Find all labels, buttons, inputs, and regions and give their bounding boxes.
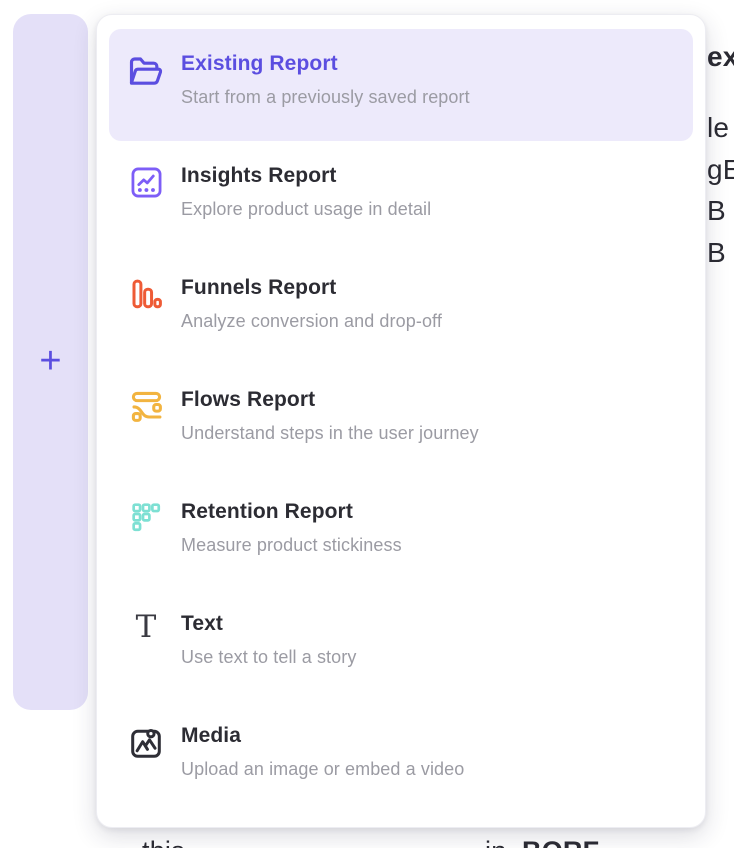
menu-item-description: Understand steps in the user journey <box>181 422 679 444</box>
clipped-background-text: gE <box>707 155 734 186</box>
clipped-background-text: in <box>485 837 506 848</box>
menu-item-label: Funnels Report <box>181 275 679 301</box>
clipped-background-text: BORF <box>522 837 599 848</box>
menu-item-text: Text Use text to tell a story <box>181 611 679 668</box>
menu-item-text: Existing Report Start from a previously s… <box>181 51 679 108</box>
menu-item-flows[interactable]: Flows Report Understand steps in the user… <box>109 365 693 477</box>
add-column-rail[interactable]: + <box>13 14 88 710</box>
media-image-icon <box>125 724 167 766</box>
menu-item-retention[interactable]: Retention Report Measure product stickine… <box>109 477 693 589</box>
menu-item-text: Funnels Report Analyze conversion and dro… <box>181 275 679 332</box>
menu-item-existing[interactable]: Existing Report Start from a previously s… <box>109 29 693 141</box>
menu-item-text[interactable]: T Text Use text to tell a story <box>109 589 693 701</box>
menu-item-funnels[interactable]: Funnels Report Analyze conversion and dro… <box>109 253 693 365</box>
menu-item-label: Text <box>181 611 679 637</box>
menu-item-label: Existing Report <box>181 51 679 77</box>
menu-item-label: Flows Report <box>181 387 679 413</box>
clipped-background-text: B <box>707 238 726 269</box>
menu-item-text: Insights Report Explore product usage in … <box>181 163 679 220</box>
clipped-background-text: le <box>707 113 729 144</box>
menu-item-text: Media Upload an image or embed a video <box>181 723 679 780</box>
menu-item-description: Use text to tell a story <box>181 646 679 668</box>
funnel-bars-icon <box>125 276 167 318</box>
plus-icon: + <box>39 342 61 380</box>
menu-item-description: Analyze conversion and drop-off <box>181 310 679 332</box>
menu-item-text: Retention Report Measure product stickine… <box>181 499 679 556</box>
folder-open-icon <box>125 52 167 94</box>
clipped-background-text: ex <box>707 42 734 73</box>
text-serif-icon: T <box>125 612 167 654</box>
menu-item-label: Insights Report <box>181 163 679 189</box>
clipped-background-text: B <box>707 196 726 227</box>
line-chart-icon <box>125 164 167 206</box>
menu-item-description: Start from a previously saved report <box>181 86 679 108</box>
menu-item-description: Explore product usage in detail <box>181 198 679 220</box>
menu-item-label: Retention Report <box>181 499 679 525</box>
add-report-menu: Existing Report Start from a previously s… <box>96 14 706 828</box>
retention-grid-icon <box>125 500 167 542</box>
menu-item-insights[interactable]: Insights Report Explore product usage in … <box>109 141 693 253</box>
board-canvas: + ex le gE BBthis … in BORF Existing Report Sta… <box>0 0 734 848</box>
menu-item-description: Measure product stickiness <box>181 534 679 556</box>
flow-sankey-icon <box>125 388 167 430</box>
menu-item-description: Upload an image or embed a video <box>181 758 679 780</box>
menu-item-media[interactable]: Media Upload an image or embed a video <box>109 701 693 813</box>
clipped-background-text: … <box>300 837 327 848</box>
menu-item-text: Flows Report Understand steps in the user… <box>181 387 679 444</box>
menu-item-label: Media <box>181 723 679 749</box>
clipped-background-text: this <box>142 837 185 848</box>
